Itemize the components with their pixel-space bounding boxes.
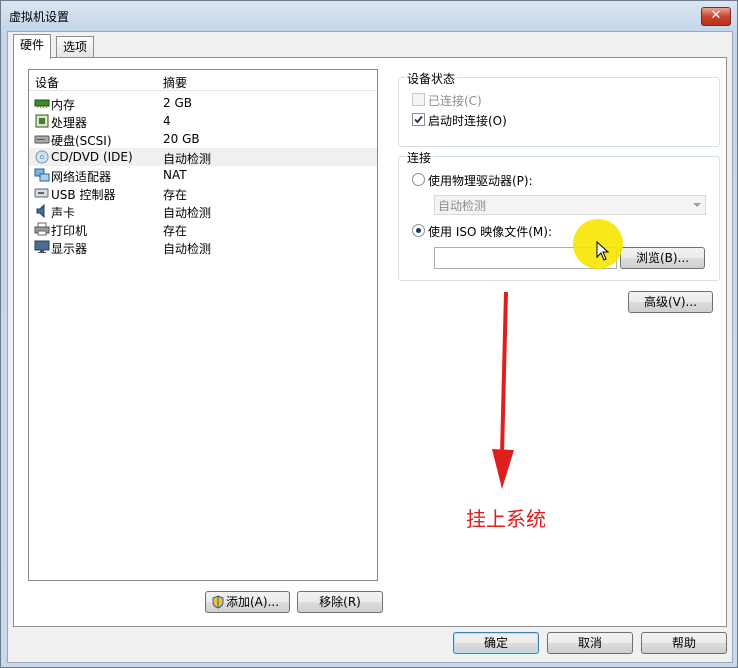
network-adapter-icon bbox=[34, 168, 50, 182]
device-name: 打印机 bbox=[51, 224, 88, 238]
device-summary: NAT bbox=[163, 168, 187, 182]
col-device-header[interactable]: 设备 bbox=[35, 74, 59, 91]
device-row-printer[interactable]: 打印机 存在 bbox=[29, 220, 377, 238]
harddisk-icon bbox=[34, 135, 50, 144]
device-status-label: 设备状态 bbox=[405, 70, 458, 87]
chevron-down-icon bbox=[693, 203, 701, 207]
connection-label: 连接 bbox=[405, 149, 434, 166]
device-row-network[interactable]: 网络适配器 NAT bbox=[29, 166, 377, 184]
processor-icon bbox=[35, 114, 49, 128]
device-row-harddisk[interactable]: 硬盘(SCSI) 20 GB bbox=[29, 130, 377, 148]
advanced-button[interactable]: 高级(V)... bbox=[628, 291, 713, 313]
usb-icon bbox=[34, 188, 49, 198]
shield-icon bbox=[212, 595, 224, 609]
connect-on-start-checkbox[interactable] bbox=[412, 113, 425, 126]
device-summary: 自动检测 bbox=[163, 242, 212, 256]
title-bar[interactable]: 虚拟机设置 ✕ bbox=[1, 1, 737, 31]
checkmark-icon bbox=[414, 115, 423, 124]
device-row-memory[interactable]: 内存 2 GB bbox=[29, 94, 377, 112]
device-list[interactable]: 设备 摘要 内存 2 GB 处理器 4 硬盘(SCSI) 20 GB CD/DV… bbox=[28, 69, 378, 581]
tab-hardware[interactable]: 硬件 bbox=[13, 34, 52, 59]
device-row-processor[interactable]: 处理器 4 bbox=[29, 112, 377, 130]
annotation-arrow bbox=[492, 291, 514, 489]
add-device-button[interactable]: 添加(A)... bbox=[205, 591, 290, 613]
device-name: USB 控制器 bbox=[51, 188, 116, 202]
col-summary-header[interactable]: 摘要 bbox=[163, 74, 187, 91]
ok-button[interactable]: 确定 bbox=[453, 632, 539, 654]
device-name: 声卡 bbox=[51, 206, 76, 220]
device-status-group: 设备状态 已连接(C) 启动时连接(O) bbox=[398, 70, 720, 147]
tab-options[interactable]: 选项 bbox=[56, 36, 95, 57]
cd-dvd-icon bbox=[35, 150, 49, 164]
connected-checkbox[interactable] bbox=[412, 93, 425, 106]
remove-device-button[interactable]: 移除(R) bbox=[297, 591, 383, 613]
device-summary: 20 GB bbox=[163, 132, 200, 146]
window-title: 虚拟机设置 bbox=[9, 10, 70, 24]
drive-combo-value: 自动检测 bbox=[438, 199, 487, 213]
add-button-label: 添加(A)... bbox=[226, 595, 280, 609]
device-summary: 自动检测 bbox=[163, 152, 212, 166]
iso-image-radio[interactable] bbox=[412, 224, 425, 237]
device-summary: 存在 bbox=[163, 224, 188, 238]
sound-card-icon bbox=[36, 204, 45, 218]
device-name: 显示器 bbox=[51, 242, 88, 256]
printer-icon bbox=[34, 222, 50, 236]
device-list-header: 设备 摘要 bbox=[29, 70, 377, 91]
dialog-client: 硬件 选项 设备 摘要 内存 2 GB 处理器 4 硬盘(SCSI) 20 GB… bbox=[7, 31, 733, 663]
settings-window: 虚拟机设置 ✕ 硬件 选项 设备 摘要 内存 2 GB 处理器 4 硬盘(SCS… bbox=[0, 0, 738, 668]
iso-image-label: 使用 ISO 映像文件(M): bbox=[428, 225, 552, 239]
hardware-panel: 设备 摘要 内存 2 GB 处理器 4 硬盘(SCSI) 20 GB CD/DV… bbox=[13, 57, 727, 627]
browse-button[interactable]: 浏览(B)... bbox=[620, 247, 705, 269]
device-summary: 存在 bbox=[163, 188, 188, 202]
display-icon bbox=[34, 240, 50, 253]
device-summary: 2 GB bbox=[163, 96, 192, 110]
device-name: CD/DVD (IDE) bbox=[51, 150, 133, 164]
device-summary: 自动检测 bbox=[163, 206, 212, 220]
mouse-pointer-icon bbox=[596, 241, 610, 261]
device-name: 硬盘(SCSI) bbox=[51, 134, 112, 148]
device-row-cd-dvd[interactable]: CD/DVD (IDE) 自动检测 bbox=[29, 148, 377, 166]
memory-icon bbox=[34, 99, 50, 108]
close-button[interactable]: ✕ bbox=[701, 7, 731, 26]
physical-drive-label: 使用物理驱动器(P): bbox=[428, 174, 533, 188]
connected-label: 已连接(C) bbox=[428, 94, 482, 108]
physical-drive-radio[interactable] bbox=[412, 173, 425, 186]
device-name: 处理器 bbox=[51, 116, 88, 130]
cancel-button[interactable]: 取消 bbox=[547, 632, 633, 654]
device-name: 网络适配器 bbox=[51, 170, 112, 184]
annotation-text: 挂上系统 bbox=[466, 507, 546, 531]
connect-on-start-label: 启动时连接(O) bbox=[428, 114, 507, 128]
device-row-sound[interactable]: 声卡 自动检测 bbox=[29, 202, 377, 220]
connection-group: 连接 使用物理驱动器(P): 自动检测 使用 ISO 映像文件(M): 浏览(B… bbox=[398, 149, 720, 281]
help-button[interactable]: 帮助 bbox=[641, 632, 727, 654]
device-summary: 4 bbox=[163, 114, 171, 128]
device-row-display[interactable]: 显示器 自动检测 bbox=[29, 238, 377, 256]
device-name: 内存 bbox=[51, 98, 76, 112]
device-row-usb[interactable]: USB 控制器 存在 bbox=[29, 184, 377, 202]
physical-drive-combo[interactable]: 自动检测 bbox=[434, 195, 706, 215]
